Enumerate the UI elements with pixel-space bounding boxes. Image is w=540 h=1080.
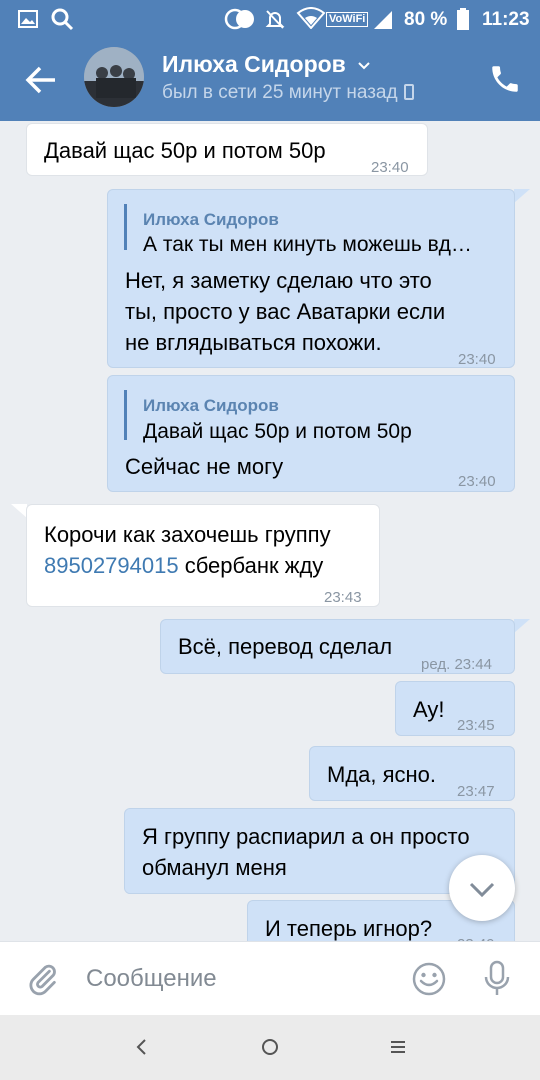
- attach-icon[interactable]: [26, 962, 60, 996]
- scroll-down-icon: [469, 882, 495, 898]
- mute-icon: [265, 10, 285, 29]
- microphone-icon[interactable]: [482, 960, 512, 998]
- message-outgoing[interactable]: Мда, ясно. 23:47: [309, 746, 515, 801]
- contact-name[interactable]: Илюха Сидоров: [162, 51, 372, 78]
- back-arrow-icon[interactable]: [22, 60, 62, 100]
- scroll-down-button[interactable]: [449, 855, 515, 921]
- bubble-tail: [514, 189, 530, 203]
- signal-icon: [374, 11, 392, 29]
- message-text-line: ты, просто у вас Аватарки если: [125, 299, 446, 324]
- message-time: 23:40: [371, 159, 409, 176]
- bubble-tail: [11, 504, 27, 518]
- top-bar: VoWiFi 80 % 11:23 Илюха Сидоров был в се…: [0, 0, 540, 121]
- message-text: И теперь игнор?: [265, 916, 433, 941]
- message-time: 23:47: [457, 783, 495, 800]
- vowifi-label: VoWiFi: [326, 12, 369, 27]
- gallery-icon: [18, 10, 38, 28]
- quote-bar: [124, 390, 127, 440]
- message-text-line: обманул меня: [142, 855, 287, 880]
- bubble-tail: [514, 619, 530, 633]
- emoji-icon[interactable]: [411, 961, 447, 997]
- mobile-device-icon: [403, 84, 414, 100]
- message-time: 23:40: [458, 351, 496, 368]
- message-composer: Сообщение: [0, 941, 540, 1015]
- chat-header: Илюха Сидоров был в сети 25 минут назад: [0, 38, 540, 121]
- avatar[interactable]: [84, 47, 144, 107]
- message-text-line: 89502794015 сбербанк жду: [44, 550, 323, 581]
- message-outgoing[interactable]: Ау! 23:45: [395, 681, 515, 736]
- battery-icon: [457, 8, 469, 30]
- message-time: 23:45: [457, 717, 495, 734]
- message-incoming[interactable]: Корочи как захочешь группу 89502794015 с…: [26, 504, 380, 607]
- quote-bar: [124, 204, 127, 250]
- status-bar: VoWiFi 80 % 11:23: [0, 0, 540, 38]
- message-time: 23:43: [324, 589, 362, 606]
- phone-call-icon[interactable]: [488, 62, 522, 96]
- data-saver-icon: [224, 8, 254, 30]
- message-input[interactable]: Сообщение: [86, 965, 217, 993]
- clock: 11:23: [482, 9, 530, 30]
- message-text-line: Нет, я заметку сделаю что это: [125, 268, 432, 293]
- system-navigation-bar: [0, 1015, 540, 1080]
- message-outgoing[interactable]: Всё, перевод сделал ред. 23:44: [160, 619, 515, 674]
- message-time: 23:40: [458, 473, 496, 490]
- quote-text: А так ты мен кинуть можешь вд…: [143, 233, 472, 256]
- avatar-photo: [84, 47, 144, 107]
- contact-name-text: Илюха Сидоров: [162, 51, 346, 77]
- battery-percent: 80 %: [404, 9, 448, 30]
- phone-link[interactable]: 89502794015: [44, 553, 179, 578]
- message-text-line: не вглядываться похожи.: [125, 330, 382, 355]
- quote-text: Давай щас 50р и потом 50р: [143, 420, 412, 443]
- message-text: Ау!: [413, 697, 445, 722]
- message-text-line: Я группу распиарил а он просто: [142, 824, 470, 849]
- chevron-down-icon: [358, 62, 370, 70]
- nav-menu-icon[interactable]: [388, 1037, 408, 1057]
- search-icon: [51, 8, 74, 31]
- nav-home-icon[interactable]: [260, 1037, 280, 1057]
- wifi-icon: [296, 7, 326, 29]
- last-seen: был в сети 25 минут назад: [162, 82, 414, 104]
- message-text-line: Сейчас не могу: [125, 454, 284, 479]
- message-text: Давай щас 50р и потом 50р: [44, 138, 326, 163]
- message-text-line: Корочи как захочешь группу: [44, 522, 331, 547]
- message-outgoing[interactable]: Илюха Сидоров Давай щас 50р и потом 50р …: [107, 375, 515, 492]
- nav-back-icon[interactable]: [132, 1037, 152, 1057]
- message-text-rest: сбербанк жду: [178, 553, 324, 578]
- message-incoming[interactable]: Давай щас 50р и потом 50р 23:40: [26, 123, 428, 176]
- last-seen-text: был в сети 25 минут назад: [162, 82, 398, 103]
- message-text: Мда, ясно.: [327, 762, 437, 787]
- message-outgoing[interactable]: Илюха Сидоров А так ты мен кинуть можешь…: [107, 189, 515, 368]
- message-text: Всё, перевод сделал: [178, 634, 393, 659]
- message-time: ред. 23:44: [421, 656, 492, 673]
